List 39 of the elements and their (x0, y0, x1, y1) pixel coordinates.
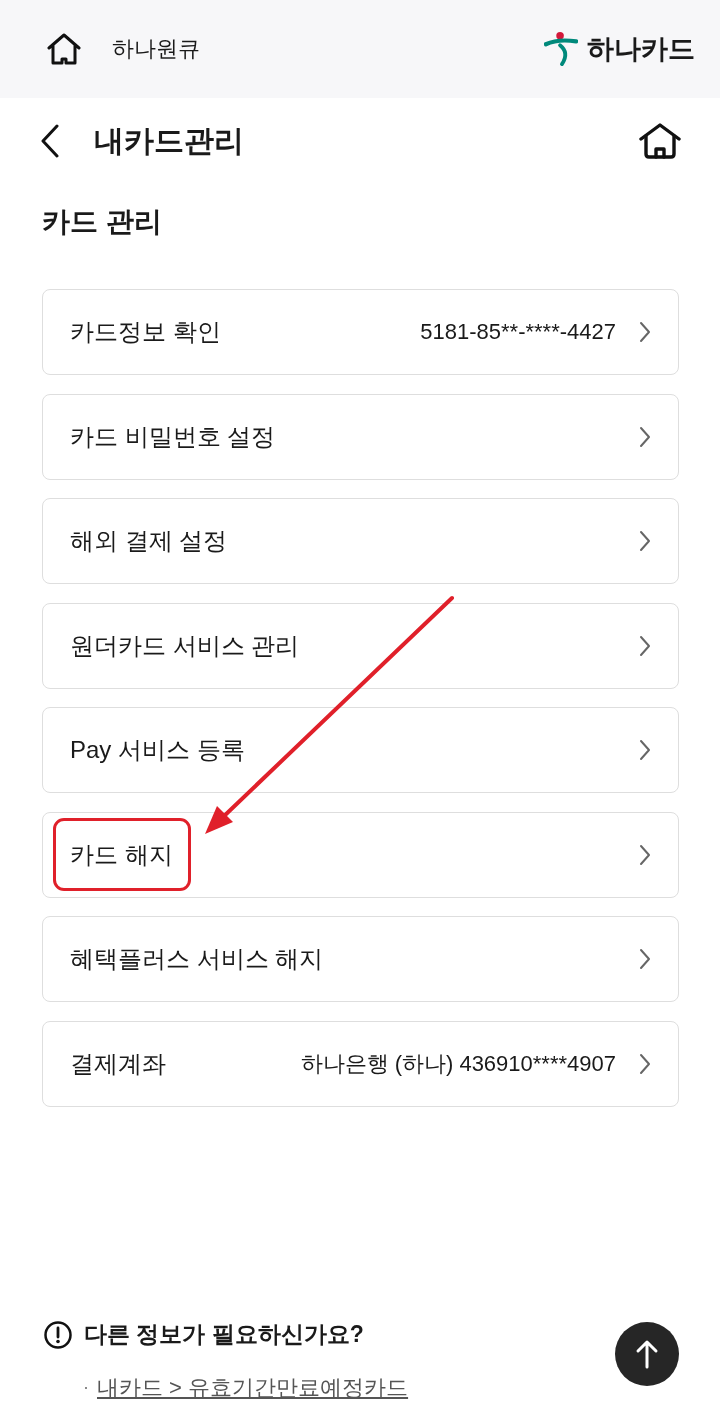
menu-item[interactable]: 카드정보 확인 5181-85**-****-4427 (42, 289, 679, 375)
brand-name: 하나카드 (587, 33, 695, 66)
page-title: 내카드관리 (94, 122, 244, 159)
chevron-right-icon (638, 321, 652, 343)
menu-item-label: 카드 비밀번호 설정 (70, 421, 276, 452)
menu-item-label: 결제계좌 (70, 1048, 166, 1079)
home-icon[interactable] (638, 123, 682, 159)
menu-item-value: 하나은행 (하나) 436910****4907 (300, 1049, 616, 1078)
chevron-right-icon (638, 425, 652, 448)
menu-item-label: Pay 서비스 등록 (70, 735, 245, 765)
menu-item-label: 카드정보 확인 (70, 317, 221, 347)
exclamation-circle-icon (44, 1320, 72, 1349)
menu-item-label: 카드 해지 (70, 839, 173, 870)
chevron-right-icon (638, 1052, 652, 1075)
menu-item[interactable]: 카드 해지 (42, 811, 679, 898)
chevron-right-icon (638, 948, 652, 970)
menu-item[interactable]: Pay 서비스 등록 (42, 707, 679, 793)
menu-item[interactable]: 결제계좌 하나은행 (하나) 436910****4907 (42, 1020, 679, 1107)
menu-item[interactable]: 해외 결제 설정 (42, 498, 679, 584)
menu-item[interactable]: 원더카드 서비스 관리 (42, 602, 679, 689)
home-icon[interactable] (47, 33, 81, 65)
chevron-right-icon (638, 634, 652, 657)
menu-item-label: 혜택플러스 서비스 해지 (70, 944, 324, 974)
arrow-up-icon (635, 1339, 659, 1369)
menu-item[interactable]: 혜택플러스 서비스 해지 (42, 916, 679, 1002)
menu-item[interactable]: 카드 비밀번호 설정 (42, 393, 679, 480)
chevron-right-icon (638, 739, 652, 761)
menu-item-label: 원더카드 서비스 관리 (70, 630, 300, 661)
swoosh-logo-icon (544, 31, 578, 67)
section-title: 카드 관리 (42, 205, 162, 239)
chevron-right-icon (638, 843, 652, 866)
app-title: 하나원큐 (112, 35, 200, 63)
help-link[interactable]: 내카드 > 유효기간만료예정카드 (97, 1372, 409, 1403)
list-bullet: · (83, 1377, 89, 1398)
help-title: 다른 정보가 필요하신가요? (84, 1320, 364, 1349)
menu-item-value: 5181-85**-****-4427 (420, 319, 616, 345)
chevron-right-icon (638, 530, 652, 552)
menu-item-label: 해외 결제 설정 (70, 526, 228, 556)
back-chevron-icon[interactable] (40, 124, 60, 158)
